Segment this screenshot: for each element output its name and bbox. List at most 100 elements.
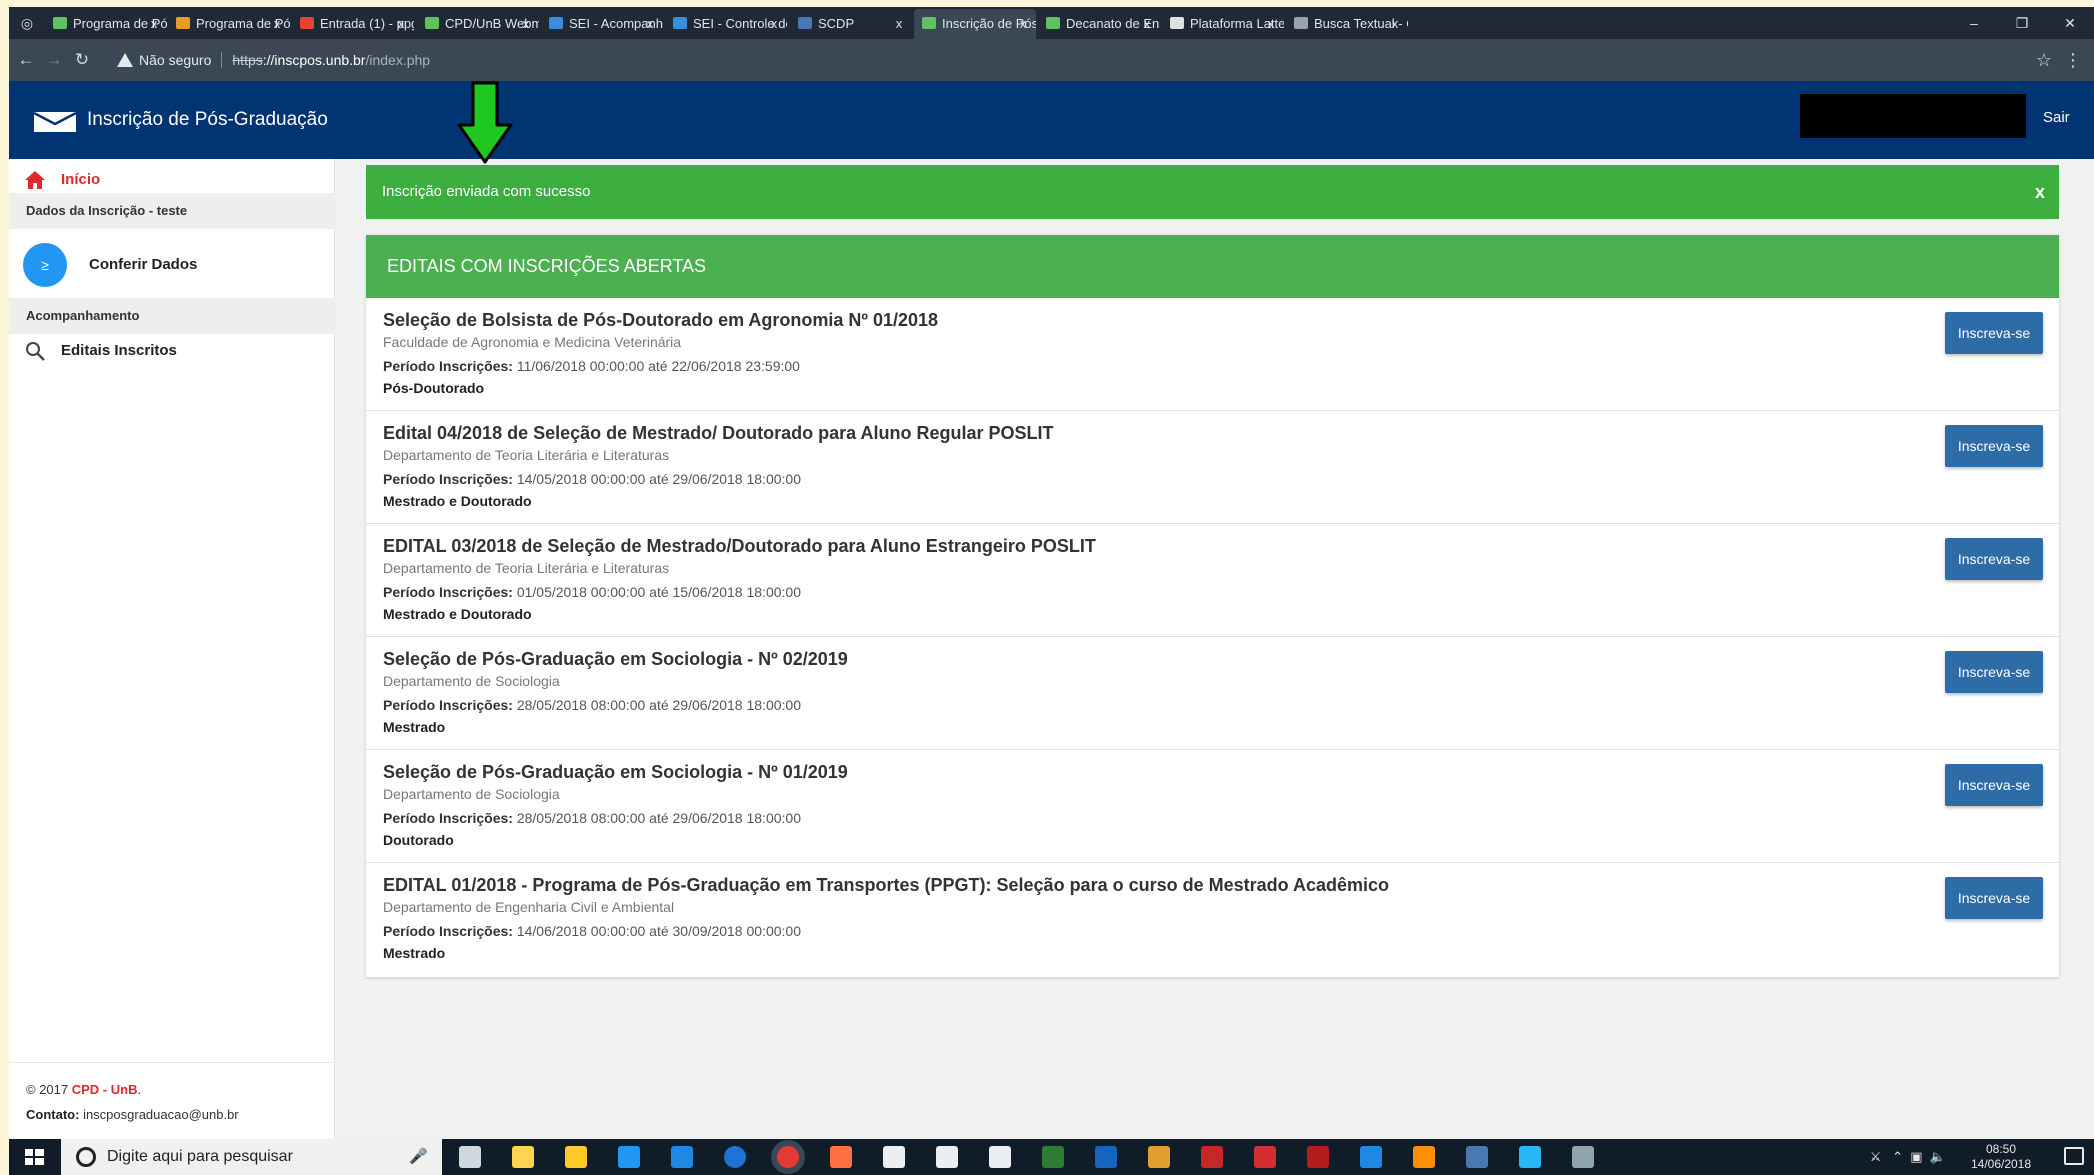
apply-button[interactable]: Inscreva-se bbox=[1945, 651, 2043, 693]
favicon-icon bbox=[1170, 17, 1184, 29]
apply-button[interactable]: Inscreva-se bbox=[1945, 764, 2043, 806]
taskbar-app-icon[interactable] bbox=[512, 1146, 534, 1168]
tab-close-icon[interactable]: x bbox=[147, 9, 161, 39]
browser-address-bar: ← → ↻ Não seguro https://inscpos.unb.br/i… bbox=[9, 39, 2094, 81]
call-level: Mestrado e Doutorado bbox=[383, 493, 532, 509]
apply-button[interactable]: Inscreva-se bbox=[1945, 312, 2043, 354]
open-calls-panel: EDITAIS COM INSCRIÇÕES ABERTAS Seleção d… bbox=[366, 235, 2059, 977]
browser-tab[interactable]: Decanato de Ensi x bbox=[1038, 9, 1160, 39]
taskbar-app-icon[interactable] bbox=[671, 1146, 693, 1168]
period-label: Período Inscrições: bbox=[383, 358, 513, 374]
tab-close-icon[interactable]: x bbox=[1388, 9, 1402, 39]
tab-close-icon[interactable]: x bbox=[643, 9, 657, 39]
panel-heading: EDITAIS COM INSCRIÇÕES ABERTAS bbox=[366, 235, 2059, 298]
windows-start-icon[interactable] bbox=[9, 1139, 61, 1175]
alert-close-button[interactable]: x bbox=[2035, 165, 2045, 219]
check-data-icon: ≥ bbox=[23, 243, 67, 287]
back-icon[interactable]: ← bbox=[15, 49, 37, 71]
call-item: Seleção de Pós-Graduação em Sociologia -… bbox=[366, 637, 2059, 750]
clock[interactable]: 08:50 14/06/2018 bbox=[1956, 1142, 2046, 1172]
org-link[interactable]: CPD - UnB bbox=[72, 1082, 138, 1097]
call-title: Seleção de Pós-Graduação em Sociologia -… bbox=[383, 649, 848, 669]
call-department: Departamento de Teoria Literária e Liter… bbox=[383, 447, 670, 463]
browser-tab[interactable]: CPD/UnB Webmax bbox=[417, 9, 539, 39]
close-window-icon[interactable]: ✕ bbox=[2046, 7, 2094, 39]
url-field[interactable]: Não seguro https://inscpos.unb.br/index.p… bbox=[113, 46, 2053, 74]
call-level: Doutorado bbox=[383, 832, 454, 848]
apply-button[interactable]: Inscreva-se bbox=[1945, 538, 2043, 580]
taskbar-app-icon[interactable] bbox=[1466, 1146, 1488, 1168]
period-value: 28/05/2018 08:00:00 até 29/06/2018 18:00… bbox=[516, 810, 801, 826]
browser-tab[interactable]: SCDP x bbox=[790, 9, 912, 39]
call-period: Período Inscrições: 14/06/2018 00:00:00 … bbox=[383, 922, 801, 940]
minimize-icon[interactable]: – bbox=[1950, 7, 1998, 39]
incognito-icon: ◎ bbox=[20, 15, 34, 31]
tab-close-icon[interactable]: x bbox=[767, 9, 781, 39]
restore-icon[interactable]: ❐ bbox=[1998, 7, 2046, 39]
search-placeholder: Digite aqui para pesquisar bbox=[107, 1148, 293, 1165]
browser-tab[interactable]: SEI - Controle de x bbox=[665, 9, 787, 39]
app-header: Inscrição de Pós-Graduação Sair bbox=[9, 81, 2094, 159]
tab-close-icon[interactable]: x bbox=[519, 9, 533, 39]
browser-tab[interactable]: Programa de Pós x bbox=[168, 9, 290, 39]
browser-tab[interactable]: Plataforma Lattes x bbox=[1162, 9, 1284, 39]
favicon-icon bbox=[53, 17, 67, 29]
taskbar-app-icon[interactable] bbox=[989, 1146, 1011, 1168]
browser-tab[interactable]: Programa de Pós x bbox=[45, 9, 167, 39]
taskbar-app-icon[interactable] bbox=[1413, 1146, 1435, 1168]
taskbar-app-icon[interactable] bbox=[883, 1146, 905, 1168]
taskbar-app-icon[interactable] bbox=[565, 1146, 587, 1168]
browser-tab[interactable]: SEI - Acompanha x bbox=[541, 9, 663, 39]
browser-tab[interactable]: Entrada (1) - ppg x bbox=[292, 9, 414, 39]
taskbar-app-icon[interactable] bbox=[618, 1146, 640, 1168]
bookmark-star-icon[interactable]: ☆ bbox=[2036, 49, 2052, 71]
tab-close-icon[interactable]: x bbox=[270, 9, 284, 39]
favicon-icon bbox=[922, 17, 936, 29]
taskbar-app-icon[interactable] bbox=[1519, 1146, 1541, 1168]
call-department: Departamento de Teoria Literária e Liter… bbox=[383, 560, 670, 576]
reload-icon[interactable]: ↻ bbox=[71, 49, 93, 71]
call-title: EDITAL 01/2018 - Programa de Pós-Graduaç… bbox=[383, 875, 1389, 895]
tab-close-icon[interactable]: x bbox=[394, 9, 408, 39]
browser-tab[interactable]: Inscrição de Pós-x bbox=[914, 9, 1036, 39]
taskbar-app-icon[interactable] bbox=[1254, 1146, 1276, 1168]
success-alert: Inscrição enviada com sucesso x bbox=[366, 165, 2059, 219]
taskbar-app-icon[interactable] bbox=[459, 1146, 481, 1168]
taskbar-app-icon[interactable] bbox=[724, 1146, 746, 1168]
browser-menu-icon[interactable]: ⋮ bbox=[2064, 49, 2082, 71]
call-period: Período Inscrições: 28/05/2018 08:00:00 … bbox=[383, 809, 801, 827]
period-label: Período Inscrições: bbox=[383, 810, 513, 826]
notifications-icon[interactable] bbox=[2064, 1147, 2084, 1165]
tab-close-icon[interactable]: x bbox=[1264, 9, 1278, 39]
taskbar-app-icon[interactable] bbox=[936, 1146, 958, 1168]
logout-link[interactable]: Sair bbox=[2043, 107, 2070, 129]
period-label: Período Inscrições: bbox=[383, 697, 513, 713]
taskbar-app-icon[interactable] bbox=[1148, 1146, 1170, 1168]
taskbar-search-input[interactable]: Digite aqui para pesquisar 🎤 bbox=[61, 1139, 442, 1175]
sidebar-item-label: Início bbox=[61, 171, 101, 188]
forward-icon[interactable]: → bbox=[43, 49, 65, 71]
apply-button[interactable]: Inscreva-se bbox=[1945, 877, 2043, 919]
taskbar-app-icon[interactable] bbox=[830, 1146, 852, 1168]
tab-close-icon[interactable]: x bbox=[1016, 9, 1030, 39]
taskbar-app-icon[interactable] bbox=[1201, 1146, 1223, 1168]
call-level: Pós-Doutorado bbox=[383, 380, 485, 396]
taskbar-app-icon[interactable] bbox=[1307, 1146, 1329, 1168]
microphone-icon[interactable]: 🎤 bbox=[409, 1139, 428, 1175]
apply-button[interactable]: Inscreva-se bbox=[1945, 425, 2043, 467]
call-department: Departamento de Sociologia bbox=[383, 673, 560, 689]
browser-tab[interactable]: Busca Textual - Cx bbox=[1286, 9, 1408, 39]
call-level: Mestrado e Doutorado bbox=[383, 606, 532, 622]
call-title: Seleção de Bolsista de Pós-Doutorado em … bbox=[383, 310, 939, 330]
tab-close-icon[interactable]: x bbox=[1140, 9, 1154, 39]
taskbar-app-icon[interactable] bbox=[1572, 1146, 1594, 1168]
favicon-icon bbox=[549, 17, 563, 29]
call-item: Edital 04/2018 de Seleção de Mestrado/ D… bbox=[366, 411, 2059, 524]
taskbar-app-icon[interactable] bbox=[777, 1146, 799, 1168]
cortana-icon bbox=[76, 1147, 96, 1167]
taskbar-app-icon[interactable] bbox=[1042, 1146, 1064, 1168]
taskbar-app-icon[interactable] bbox=[1095, 1146, 1117, 1168]
tray-icons[interactable]: ⚔ ⌃ ▣ 🔈 bbox=[1870, 1149, 1946, 1165]
tab-close-icon[interactable]: x bbox=[892, 9, 906, 39]
taskbar-app-icon[interactable] bbox=[1360, 1146, 1382, 1168]
